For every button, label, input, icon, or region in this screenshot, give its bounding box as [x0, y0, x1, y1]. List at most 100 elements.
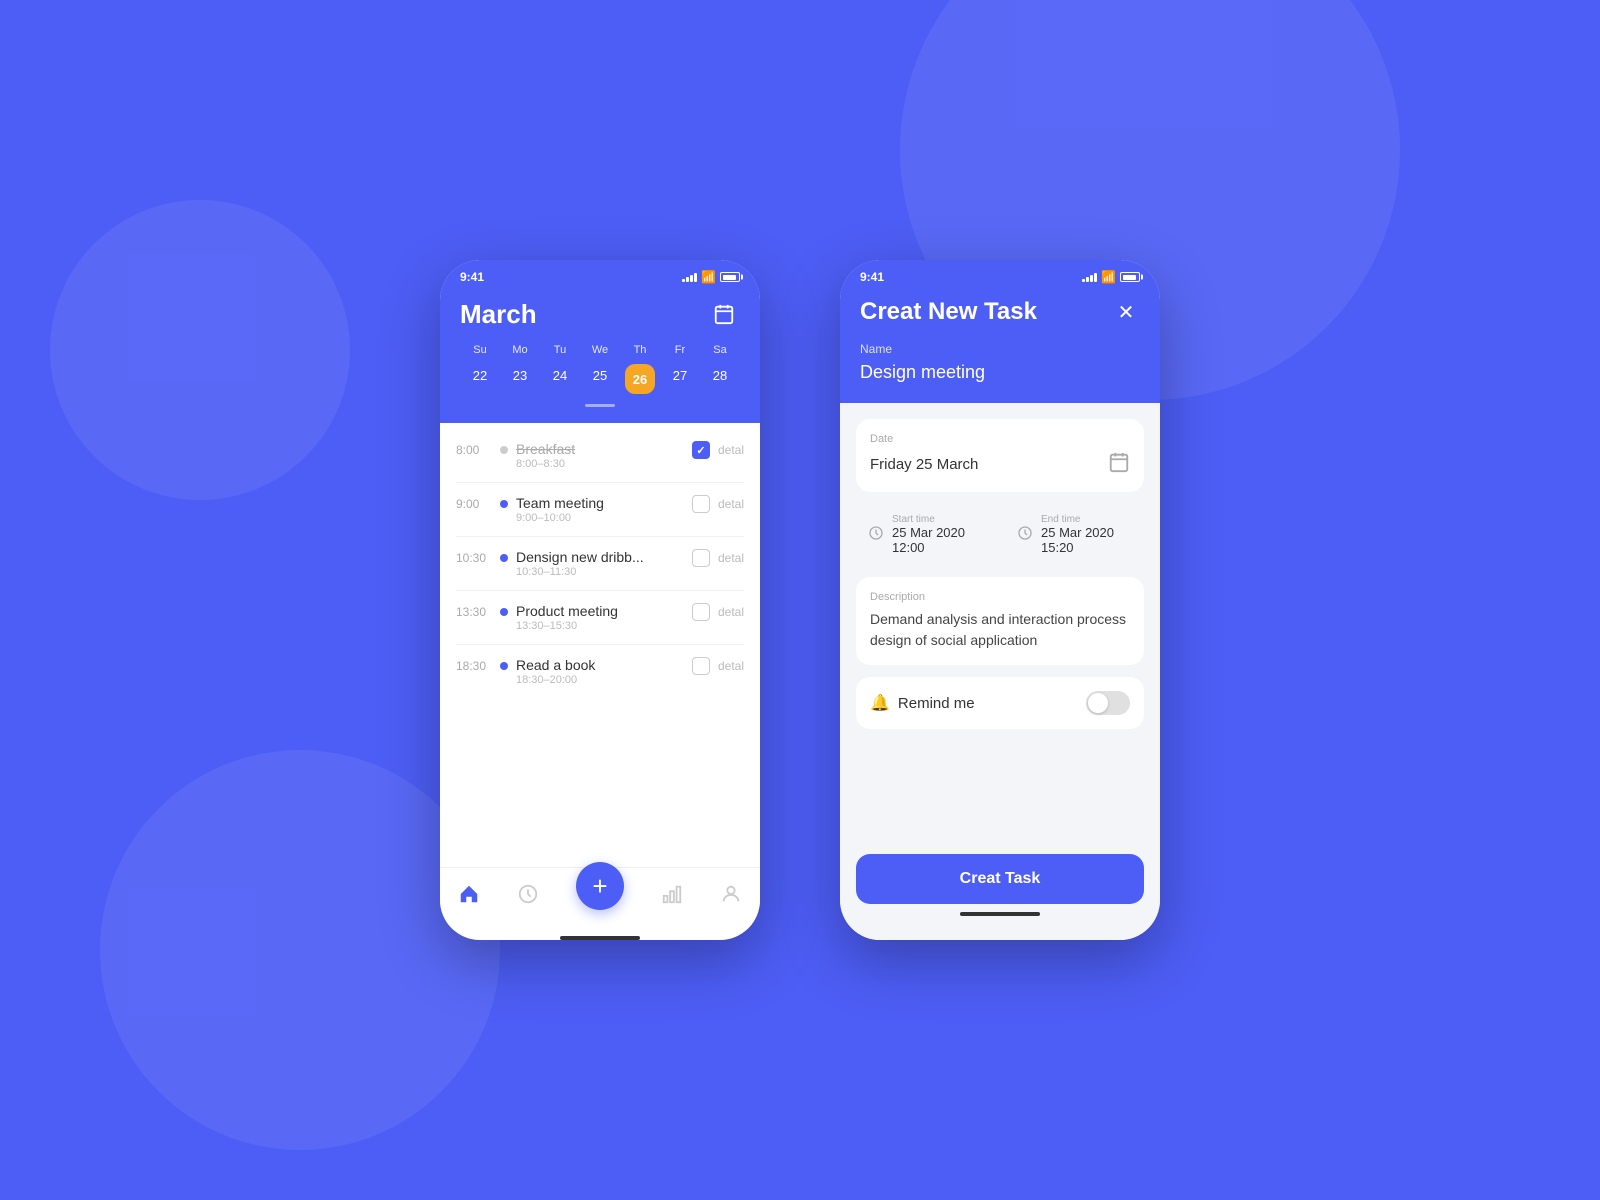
- status-time-1: 9:41: [460, 270, 484, 284]
- schedule-dot-team: [500, 500, 508, 508]
- schedule-sub-team: 9:00–10:00: [516, 512, 684, 524]
- day-th: Th: [620, 344, 660, 356]
- time-cards: Start time 25 Mar 2020 12:00 End time 25…: [856, 504, 1144, 565]
- day-tu: Tu: [540, 344, 580, 356]
- home-icon: [458, 883, 480, 905]
- clock-svg-start: [868, 525, 884, 541]
- end-time-card[interactable]: End time 25 Mar 2020 15:20: [1005, 504, 1144, 565]
- schedule-actions-team: detal: [692, 495, 744, 513]
- schedule-title-book: Read a book: [516, 657, 684, 673]
- detal-team[interactable]: detal: [718, 497, 744, 511]
- schedule-list: 8:00 Breakfast 8:00–8:30 detal 9:00 Team…: [440, 423, 760, 867]
- checkbox-design[interactable]: [692, 549, 710, 567]
- schedule-content-product: Product meeting 13:30–15:30: [516, 603, 684, 632]
- status-icons-2: 📶: [1082, 270, 1140, 284]
- schedule-time-breakfast: 8:00: [456, 443, 492, 457]
- home-svg: [458, 883, 480, 905]
- wifi-icon: 📶: [701, 270, 716, 284]
- checkbox-team[interactable]: [692, 495, 710, 513]
- end-time-value: 25 Mar 2020 15:20: [1041, 525, 1132, 555]
- clock-icon: [517, 883, 539, 905]
- date-24[interactable]: 24: [540, 364, 580, 394]
- schedule-title-design: Densign new dribb...: [516, 549, 684, 565]
- schedule-actions-breakfast: detal: [692, 441, 744, 459]
- schedule-sub-product: 13:30–15:30: [516, 620, 684, 632]
- date-22[interactable]: 22: [460, 364, 500, 394]
- start-time-card[interactable]: Start time 25 Mar 2020 12:00: [856, 504, 995, 565]
- fab-add-button[interactable]: +: [576, 862, 624, 910]
- detal-breakfast[interactable]: detal: [718, 443, 744, 457]
- wifi-icon-2: 📶: [1101, 270, 1116, 284]
- chart-icon: [661, 883, 683, 905]
- calendar-indicator: [460, 404, 740, 407]
- schedule-item-product[interactable]: 13:30 Product meeting 13:30–15:30 detal: [440, 595, 760, 640]
- nav-user[interactable]: [720, 883, 742, 905]
- schedule-actions-design: detal: [692, 549, 744, 567]
- nav-clock[interactable]: [517, 883, 539, 905]
- schedule-dot-design: [500, 554, 508, 562]
- schedule-sub-breakfast: 8:00–8:30: [516, 458, 684, 470]
- checkbox-book[interactable]: [692, 657, 710, 675]
- date-card: Date Friday 25 March: [856, 419, 1144, 492]
- schedule-content-breakfast: Breakfast 8:00–8:30: [516, 441, 684, 470]
- date-26-active[interactable]: 26: [625, 364, 655, 394]
- battery-icon-2: [1120, 272, 1140, 282]
- status-time-2: 9:41: [860, 270, 884, 284]
- create-task-button[interactable]: Creat Task: [856, 854, 1144, 904]
- date-label: Date: [870, 433, 1130, 445]
- phone-create-task: 9:41 📶 Creat New Task ✕ Name Design meet…: [840, 260, 1160, 940]
- schedule-time-design: 10:30: [456, 551, 492, 565]
- nav-home[interactable]: [458, 883, 480, 905]
- phone2-footer: Creat Task: [840, 842, 1160, 940]
- battery-icon: [720, 272, 740, 282]
- schedule-item-book[interactable]: 18:30 Read a book 18:30–20:00 detal: [440, 649, 760, 694]
- close-button[interactable]: ✕: [1112, 298, 1140, 326]
- status-icons-1: 📶: [682, 270, 740, 284]
- nav-chart[interactable]: [661, 883, 683, 905]
- date-27[interactable]: 27: [660, 364, 700, 394]
- checkbox-breakfast[interactable]: [692, 441, 710, 459]
- remind-card: 🔔 Remind me: [856, 677, 1144, 729]
- chart-svg: [661, 883, 683, 905]
- signal-icon-2: [1082, 272, 1097, 282]
- checkbox-product[interactable]: [692, 603, 710, 621]
- end-clock-icon: [1017, 525, 1033, 545]
- schedule-dot-product: [500, 608, 508, 616]
- start-clock-icon: [868, 525, 884, 545]
- schedule-content-book: Read a book 18:30–20:00: [516, 657, 684, 686]
- date-25[interactable]: 25: [580, 364, 620, 394]
- calendar-icon: [713, 303, 735, 325]
- date-28[interactable]: 28: [700, 364, 740, 394]
- end-time-info: End time 25 Mar 2020 15:20: [1041, 514, 1132, 555]
- bell-icon: 🔔: [870, 693, 890, 713]
- description-card: Description Demand analysis and interact…: [856, 577, 1144, 665]
- schedule-title-breakfast: Breakfast: [516, 441, 684, 457]
- schedule-item-breakfast[interactable]: 8:00 Breakfast 8:00–8:30 detal: [440, 433, 760, 478]
- create-task-body: Date Friday 25 March: [840, 403, 1160, 842]
- remind-toggle[interactable]: [1086, 691, 1130, 715]
- name-label: Name: [860, 342, 1140, 356]
- status-bar-1: 9:41 📶: [440, 260, 760, 290]
- user-icon: [720, 883, 742, 905]
- schedule-item-design[interactable]: 10:30 Densign new dribb... 10:30–11:30 d…: [440, 541, 760, 586]
- home-bar-2: [960, 912, 1040, 916]
- day-su: Su: [460, 344, 500, 356]
- calendar-header: March Su Mo Tu We Th Fr Sa: [440, 290, 760, 423]
- schedule-dot-book: [500, 662, 508, 670]
- detal-design[interactable]: detal: [718, 551, 744, 565]
- schedule-item-team-meeting[interactable]: 9:00 Team meeting 9:00–10:00 detal: [440, 487, 760, 532]
- day-mo: Mo: [500, 344, 540, 356]
- detal-product[interactable]: detal: [718, 605, 744, 619]
- date-value: Friday 25 March: [870, 456, 978, 473]
- detal-book[interactable]: detal: [718, 659, 744, 673]
- start-time-label: Start time: [892, 514, 983, 525]
- date-23[interactable]: 23: [500, 364, 540, 394]
- month-title: March: [460, 299, 537, 330]
- schedule-actions-product: detal: [692, 603, 744, 621]
- signal-icon: [682, 272, 697, 282]
- start-time-info: Start time 25 Mar 2020 12:00: [892, 514, 983, 555]
- date-calendar-icon[interactable]: [1108, 451, 1130, 478]
- status-bar-2: 9:41 📶: [840, 260, 1160, 290]
- calendar-icon-button[interactable]: [708, 298, 740, 330]
- schedule-time-product: 13:30: [456, 605, 492, 619]
